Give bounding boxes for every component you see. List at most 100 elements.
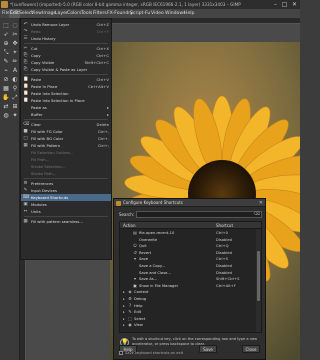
expander-arrow-icon[interactable]: ▸ [123,322,125,328]
shortcut-row-revert[interactable]: ↺ Revert Disabled [120,250,254,256]
menu-item-fill-selection-outline[interactable]: Fill Selection Outline... [21,149,111,156]
menu-help[interactable]: Help [183,9,195,18]
menu-item-shortcut: Ctrl+Y [96,29,109,34]
menu-item-redo[interactable]: ↷ Redo Ctrl+Y [21,28,111,35]
column-header-action[interactable]: Action [123,222,136,229]
checkbox-box[interactable] [119,351,123,355]
shortcut-row-help[interactable]: ▸? Help [120,303,254,309]
shortcut-row-save-and-close[interactable]: Save and Close... Disabled [120,270,254,276]
close-button[interactable]: Close [242,345,260,353]
maximize-button[interactable]: □ [281,1,288,8]
clone-tool-icon[interactable]: ✦ [11,112,19,120]
menu-item-paste[interactable]: 📋 Paste Ctrl+V [21,76,111,83]
free-select-tool-icon[interactable]: ➶ [2,31,10,39]
edit-menu-dropdown: ↶ Undo Remove Layer Ctrl+Z ↷ Redo Ctrl+Y ☰ Undo… [20,18,112,260]
expander-arrow-icon[interactable]: ▸ [123,303,125,309]
shortcut-row-debug[interactable]: ▸ ⚙ Debug [120,296,254,302]
flip-tool-icon[interactable]: ⇄ [2,103,10,111]
hand-tool-icon[interactable]: ✋ [2,94,10,102]
gradient-tool-icon[interactable]: ▦ [2,85,10,93]
menu-item-units[interactable]: ↔ Units [21,208,111,215]
fill-pattern-icon: ▦ [23,143,28,148]
menu-video[interactable]: Video [150,9,165,18]
shortcut-row-save[interactable]: ▾ Save Ctrl+S [120,256,254,262]
perspective-tool-icon[interactable]: ⊞ [11,103,19,111]
menu-item-fill-with-bg-color[interactable]: □ Fill with BG Color Ctrl+. [21,135,111,142]
scrollbar-thumb[interactable] [257,251,260,301]
shortcut-row-view[interactable]: ▸ ◉ View [120,322,254,328]
menu-item-clear[interactable]: ⌫ Clear Delete [21,121,111,128]
shortcut-row-file-open-recent-10[interactable]: ▤ file-open-recent-10 Ctrl+0 [120,230,254,236]
menu-item-undo-remove-layer[interactable]: ↶ Undo Remove Layer Ctrl+Z [21,21,111,28]
shortcut-row-overwrite[interactable]: Overwrite Disabled [120,237,254,243]
zoom-tool-icon[interactable]: ⚲ [11,85,19,93]
expander-arrow-icon[interactable]: ▸ [123,296,125,302]
menu-item-stroke-selection[interactable]: Stroke Selection... [21,163,111,170]
expander-arrow-icon[interactable]: ▸ [123,309,125,315]
shortcut-action-label: Context [134,290,149,295]
menu-item-copy-visible-paste-as-layer[interactable]: ⎘ Copy Visible & Paste as Layer [21,66,111,73]
close-window-button[interactable]: ✕ [291,1,298,8]
menu-item-buffer[interactable]: Buffer ▸ [21,111,111,118]
menu-item-cut[interactable]: ✂ Cut Ctrl+X [21,45,111,52]
crop-tool-icon[interactable]: ⤢ [11,94,19,102]
shortcut-row-show-in-file-manager[interactable]: ▣ Show in File Manager Ctrl+Alt+F [120,283,254,289]
view-icon: ◉ [128,322,132,328]
menu-item-modules[interactable]: ▣ Modules [21,201,111,208]
menu-item-label: Paste In Place [31,84,58,89]
menu-item-preferences[interactable]: ⚙ Preferences [21,180,111,187]
menu-item-fill-with-fg-color[interactable]: ■ Fill with FG Color Ctrl+, [21,128,111,135]
redo-icon: ↷ [23,29,28,34]
scale-tool-icon[interactable]: ⤡ [2,49,10,57]
column-header-shortcut[interactable]: Shortcut [216,222,233,229]
menu-item-label: Fill with pattern seamless... [31,219,84,224]
ellipse-select-tool-icon[interactable]: ◌ [11,22,19,30]
menu-item-input-devices[interactable]: ✎ Input Devices [21,187,111,194]
move-tool-icon[interactable]: ✥ [11,40,19,48]
minimize-button[interactable]: – [272,1,279,8]
paintbrush-tool-icon[interactable]: ✏ [11,58,19,66]
rect-select-tool-icon[interactable]: ⬚ [2,22,10,30]
shortcut-row-select[interactable]: ▸ ⬚ Select [120,316,254,322]
menu-item-fill-with-pattern[interactable]: ▦ Fill with Pattern Ctrl+; [21,142,111,149]
save-button[interactable]: Save [199,345,217,353]
align-tool-icon[interactable]: ⌖ [11,49,19,57]
shortcut-row-edit[interactable]: ▸ ✎ Edit [120,309,254,315]
menu-item-paste-into-selection-in-place[interactable]: 📋 Paste Into Selection In Place [21,97,111,104]
menu-item-fill-path[interactable]: Fill Path... [21,156,111,163]
menu-item-fill-with-pattern-seamless[interactable]: ▦ Fill with pattern seamless... [21,218,111,225]
shortcut-row-quit[interactable]: ⏻ Quit Ctrl+Q [120,243,254,249]
clear-search-icon[interactable]: ⌫ [254,212,260,218]
menu-item-paste-into-selection[interactable]: 📋 Paste Into Selection [21,90,111,97]
close-icon[interactable]: ✕ [259,199,263,207]
eraser-tool-icon[interactable]: ⊘ [2,76,10,84]
menu-item-copy[interactable]: ⎘ Copy Ctrl+C [21,52,111,59]
shortcut-action-label: View [134,323,143,328]
shortcut-row-save-a-copy[interactable]: Save a Copy... Disabled [120,263,254,269]
expander-arrow-icon[interactable]: ▸ [123,316,125,322]
save-on-exit-checkbox[interactable]: Save keyboard shortcuts on exit [119,351,183,355]
search-input[interactable]: ⌫ [136,211,262,218]
keyboard-icon [116,200,121,206]
shortcut-row-context[interactable]: ▸ ◈ Context [120,289,254,295]
shortcut-key-label: Disabled [216,250,233,255]
shortcut-row-save-as[interactable]: ▾ Save As... Shift+Ctrl+S [120,276,254,282]
scissors-tool-icon[interactable]: ✂ [11,31,19,39]
menu-script-fu[interactable]: Script-Fu [129,9,151,18]
tree-scrollbar[interactable] [256,229,261,332]
menu-item-copy-visible[interactable]: ⎘ Copy Visible Shift+Ctrl+C [21,59,111,66]
menu-item-paste-in-place[interactable]: 📋 Paste In Place Ctrl+Alt+V [21,83,111,90]
menu-item-stroke-path[interactable]: Stroke Path... [21,170,111,177]
shortcut-tree[interactable]: Action Shortcut ▤ file-open-recent-10 Ctrl… [119,221,262,333]
menu-item-undo-history[interactable]: ☰ Undo History [21,35,111,42]
heal-tool-icon[interactable]: ◍ [2,112,10,120]
dodge-tool-icon[interactable]: ◐ [11,76,19,84]
airbrush-tool-icon[interactable]: ⌁ [2,67,10,75]
menu-item-keyboard-shortcuts[interactable]: ⌨ Keyboard Shortcuts [21,194,111,201]
text-tool-icon[interactable]: A [11,67,19,75]
pencil-tool-icon[interactable]: ✎ [2,58,10,66]
menu-item-label: Input Devices [31,188,58,193]
fuzzy-select-tool-icon[interactable]: ⊕ [2,40,10,48]
menu-item-paste-as[interactable]: Paste as ▸ [21,104,111,111]
expander-arrow-icon[interactable]: ▸ [123,289,125,295]
